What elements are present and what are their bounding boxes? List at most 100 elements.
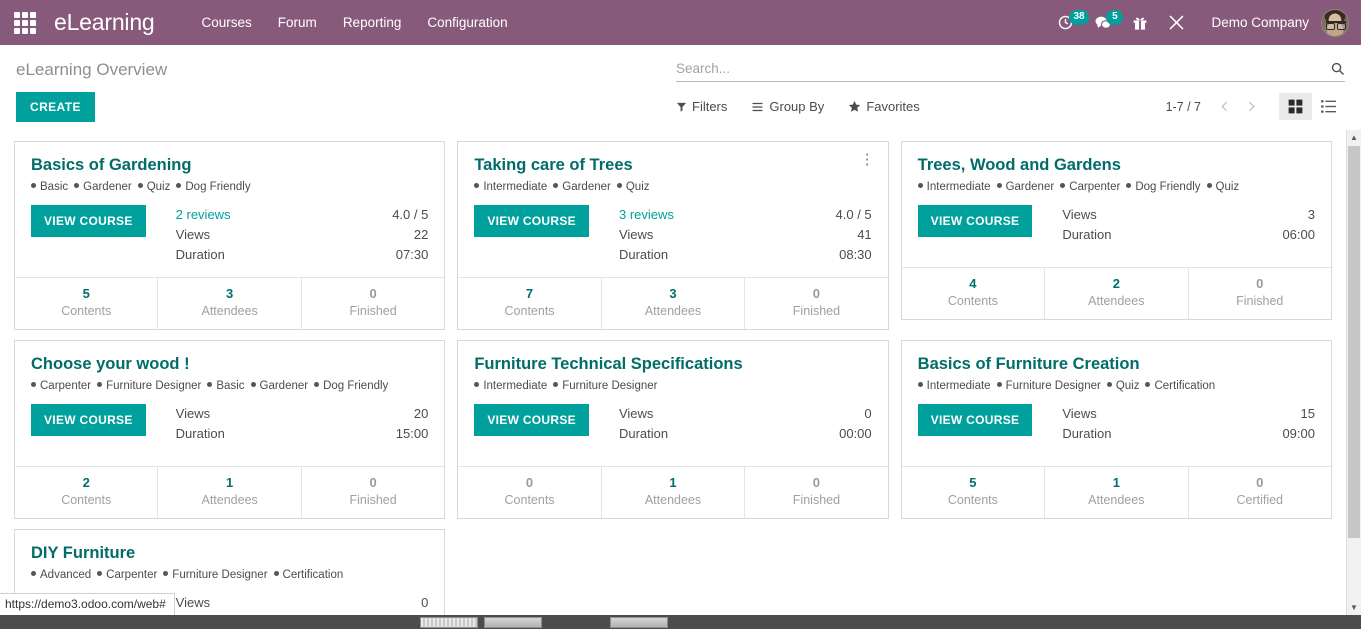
footer-stat-value: 0 [1256, 475, 1264, 490]
course-card[interactable]: Choose your wood ! Carpenter Furniture Des… [14, 340, 446, 519]
footer-stat-value: 0 [525, 475, 534, 490]
view-course-button[interactable]: VIEW COURSE [31, 205, 146, 237]
course-reviews-link[interactable]: 3 reviews [619, 205, 674, 225]
course-title[interactable]: Choose your wood ! [31, 353, 428, 375]
course-card[interactable]: ⋮ Taking care of Trees Intermediate Gardene… [457, 141, 889, 330]
tag-bullet-icon [553, 183, 559, 189]
course-title[interactable]: Furniture Technical Specifications [474, 353, 871, 375]
company-switcher[interactable]: Demo Company [1195, 15, 1321, 30]
footer-stat-label: Finished [792, 493, 841, 507]
course-footer-stat[interactable]: 0 Finished [300, 467, 444, 518]
menu-item-configuration[interactable]: Configuration [414, 0, 520, 45]
footer-stat-label: Finished [349, 493, 397, 507]
course-stat-value: 20 [413, 406, 429, 421]
list-view-button[interactable] [1312, 93, 1345, 120]
course-footer-stat[interactable]: 1 Attendees [157, 467, 300, 518]
messages-chat-icon[interactable]: 5 [1084, 8, 1124, 38]
course-stat-value: 22 [413, 227, 429, 242]
apps-grid-icon[interactable] [8, 6, 42, 40]
course-footer-stat[interactable]: 7 Contents [458, 278, 600, 329]
course-footer-stat[interactable]: 3 Attendees [157, 278, 300, 329]
course-footer-stat[interactable]: 0 Contents [458, 467, 600, 518]
search-input[interactable] [676, 59, 1324, 78]
tag-bullet-icon [996, 183, 1002, 189]
view-course-button[interactable]: VIEW COURSE [474, 404, 589, 436]
course-tag-list: Basic Gardener Quiz Dog Friendly [31, 179, 428, 195]
app-brand-elearning[interactable]: eLearning [54, 9, 155, 36]
taskbar-item[interactable] [484, 616, 542, 628]
view-course-button[interactable]: VIEW COURSE [474, 205, 589, 237]
scroll-up-arrow-icon[interactable]: ▲ [1347, 130, 1361, 145]
tag-bullet-icon [996, 382, 1002, 388]
course-footer-stat[interactable]: 5 Contents [902, 467, 1044, 518]
search-bar[interactable] [676, 59, 1345, 82]
gift-icon[interactable] [1122, 9, 1158, 37]
stat-spacer [1062, 245, 1315, 255]
course-footer-stat[interactable]: 4 Contents [902, 268, 1044, 319]
course-title[interactable]: DIY Furniture [31, 542, 428, 564]
create-button[interactable]: CREATE [16, 92, 95, 122]
view-course-button[interactable]: VIEW COURSE [917, 205, 1033, 237]
menu-item-reporting[interactable]: Reporting [330, 0, 415, 45]
course-footer-stat[interactable]: 1 Attendees [1044, 467, 1187, 518]
activities-clock-icon[interactable]: 38 [1047, 8, 1089, 37]
pager-previous-button[interactable] [1211, 97, 1238, 116]
magnifier-icon[interactable] [1324, 61, 1345, 76]
course-footer-stat[interactable]: 0 Finished [300, 278, 444, 329]
footer-stat-label: Attendees [1088, 294, 1145, 308]
course-footer-stat[interactable]: 0 Finished [1187, 268, 1331, 319]
scroll-down-arrow-icon[interactable]: ▼ [1347, 600, 1361, 615]
card-kebab-menu-icon[interactable]: ⋮ [856, 150, 879, 169]
favorites-dropdown[interactable]: Favorites [848, 95, 929, 118]
course-stat-row: Views 41 [619, 225, 872, 245]
course-card[interactable]: Furniture Technical Specifications Interm… [457, 340, 889, 519]
course-card[interactable]: Basics of Gardening Basic Gardener Quiz Dog … [14, 141, 446, 330]
course-card[interactable]: Trees, Wood and Gardens Intermediate Garde… [900, 141, 1332, 320]
kanban-view-button[interactable] [1279, 93, 1312, 120]
course-tag: Intermediate [926, 380, 991, 392]
filters-dropdown[interactable]: Filters [676, 95, 737, 118]
course-footer-stat[interactable]: 1 Attendees [600, 467, 744, 518]
footer-stat-value: 1 [1112, 475, 1120, 490]
course-stat-row: Views 3 [1062, 205, 1315, 225]
course-footer-stat[interactable]: 0 Certified [1187, 467, 1331, 518]
footer-stat-value: 5 [969, 475, 977, 490]
course-title[interactable]: Trees, Wood and Gardens [918, 154, 1315, 176]
course-title[interactable]: Taking care of Trees [474, 154, 871, 176]
course-footer-stat[interactable]: 2 Attendees [1044, 268, 1187, 319]
tag-bullet-icon [1206, 183, 1212, 189]
user-avatar[interactable] [1321, 8, 1349, 37]
kanban-squares-icon [1288, 99, 1303, 114]
footer-stat-value: 4 [969, 276, 977, 291]
course-footer-stat[interactable]: 2 Contents [15, 467, 157, 518]
menu-item-forum[interactable]: Forum [265, 0, 330, 45]
course-title[interactable]: Basics of Furniture Creation [918, 353, 1315, 375]
tools-wrench-icon[interactable] [1158, 8, 1195, 37]
tag-bullet-icon [176, 183, 182, 189]
pager-count[interactable]: 1-7 / 7 [1166, 100, 1211, 114]
course-stat-value: 41 [857, 227, 872, 242]
footer-stat-label: Attendees [201, 304, 258, 318]
course-footer-stat[interactable]: 0 Finished [744, 467, 887, 518]
groupby-dropdown[interactable]: Group By [751, 95, 834, 118]
course-stat-value: 09:00 [1282, 426, 1315, 441]
view-course-button[interactable]: VIEW COURSE [917, 404, 1033, 436]
footer-stat-label: Contents [61, 493, 112, 507]
vertical-scrollbar-thumb[interactable] [1348, 146, 1360, 538]
course-footer-stat[interactable]: 0 Finished [744, 278, 887, 329]
menu-item-courses[interactable]: Courses [189, 0, 265, 45]
course-stat-label: Views [175, 406, 211, 421]
course-card[interactable]: Basics of Furniture Creation Intermediate… [900, 340, 1332, 519]
vertical-scrollbar[interactable]: ▲ ▼ [1346, 130, 1361, 615]
course-tag: Certification [1154, 380, 1216, 392]
course-title[interactable]: Basics of Gardening [31, 154, 428, 176]
taskbar-item[interactable] [610, 616, 668, 628]
course-footer-stat[interactable]: 3 Attendees [600, 278, 744, 329]
course-footer-stat[interactable]: 5 Contents [15, 278, 157, 329]
footer-stat-label: Finished [792, 304, 841, 318]
course-reviews-link[interactable]: 2 reviews [176, 205, 231, 225]
taskbar-item[interactable] [420, 616, 478, 628]
pager-next-button[interactable] [1238, 97, 1265, 116]
footer-stat-label: Finished [349, 304, 397, 318]
view-course-button[interactable]: VIEW COURSE [31, 404, 146, 436]
